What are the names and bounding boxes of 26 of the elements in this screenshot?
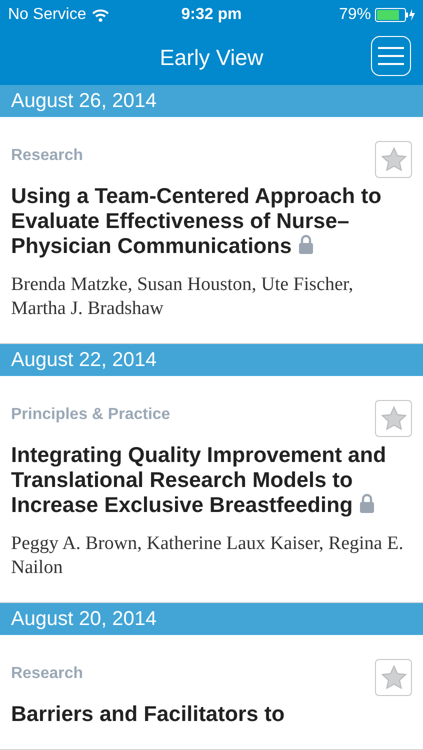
category-label: Principles & Practice	[11, 405, 170, 425]
star-icon	[380, 406, 406, 431]
author-list: Brenda Matzke, Susan Houston, Ute Fischer, Martha J. Bradshaw	[11, 273, 412, 321]
favorite-button[interactable]	[375, 400, 412, 437]
favorite-button[interactable]	[375, 141, 412, 178]
date-header: August 22, 2014	[0, 344, 423, 376]
favorite-button[interactable]	[375, 659, 412, 696]
star-icon	[380, 665, 406, 690]
lock-icon	[298, 234, 314, 254]
carrier-text: No Service	[8, 5, 86, 25]
page-title: Early View	[160, 44, 264, 72]
star-icon	[380, 147, 406, 172]
battery-text: 79%	[338, 5, 371, 25]
lock-icon	[358, 493, 375, 513]
author-list: Peggy A. Brown, Katherine Laux Kaiser, Regina E. Nailon	[11, 532, 412, 580]
wifi-icon	[92, 8, 110, 22]
category-label: Research	[11, 146, 84, 166]
clock-text: 9:32 pm	[181, 5, 242, 25]
date-header: August 26, 2014	[0, 85, 423, 117]
menu-button[interactable]	[371, 36, 411, 76]
battery-icon	[375, 8, 415, 22]
article-title[interactable]: Barriers and Facilitators to	[11, 702, 412, 727]
article-title[interactable]: Integrating Quality Improvement and Translational Research Models to Increase Exclusive Breastfeeding	[11, 443, 412, 518]
category-label: Research	[11, 664, 84, 684]
article-title[interactable]: Using a Team-Centered Approach to Evaluate Effectiveness of Nurse–Physician Communications	[11, 184, 412, 259]
date-header: August 20, 2014	[0, 603, 423, 635]
